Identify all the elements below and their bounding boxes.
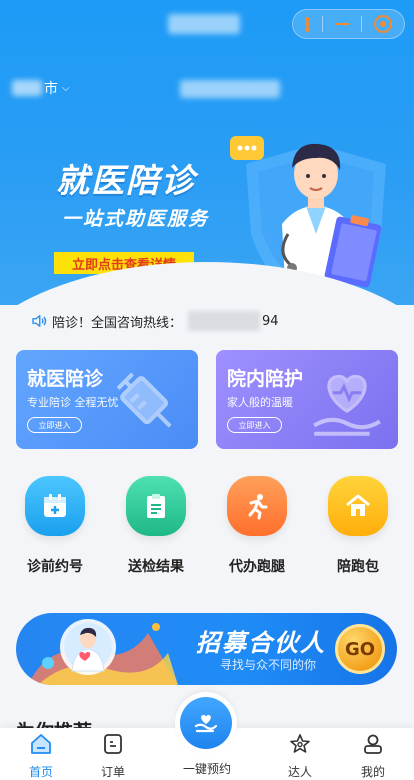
calendar-icon[interactable]	[25, 476, 85, 536]
go-button[interactable]: GO	[335, 624, 385, 674]
partner-recruit-banner[interactable]: 招募合伙人 寻找与众不同的你 GO	[16, 613, 397, 685]
home-icon	[31, 734, 51, 754]
hotline-prefix: 陪诊！全国咨询热线：	[52, 315, 183, 331]
city-selector[interactable]: 市 ⌵	[12, 78, 70, 98]
hero-banner[interactable]: 市 ⌵ 就医陪诊 一站式助医服务 立即点击查看详情	[0, 0, 414, 305]
phone-redacted	[188, 311, 261, 331]
grid-errands[interactable]: 代办跑腿	[217, 476, 297, 576]
tab-label: 首页	[28, 765, 53, 779]
quick-book-button[interactable]	[175, 692, 237, 754]
user-icon	[364, 734, 382, 754]
house-icon[interactable]	[328, 476, 388, 536]
capsule-divider	[322, 16, 323, 32]
tab-home[interactable]: 首页	[11, 732, 71, 780]
heart-hand-icon	[194, 715, 218, 733]
banner-title: 就医陪诊	[56, 161, 196, 200]
clipboard-icon[interactable]	[126, 476, 186, 536]
minimize-icon[interactable]	[335, 23, 349, 25]
tab-label: 订单	[100, 765, 125, 779]
tab-experts[interactable]: 达人	[270, 732, 330, 780]
card-title: 就医陪诊	[27, 368, 104, 390]
tab-orders[interactable]: 订单	[83, 732, 143, 780]
card-enter-button[interactable]: 立即进入	[27, 417, 82, 433]
card-escort-service[interactable]: 就医陪诊 专业陪诊 全程无忧 立即进入	[16, 350, 198, 449]
chevron-down-icon: ⌵	[62, 82, 70, 94]
card-title: 院内陪护	[227, 368, 304, 390]
card-hospital-care[interactable]: 院内陪护 家人般的温暖 立即进入	[216, 350, 398, 449]
city-suffix: 市	[44, 81, 58, 97]
syringe-icon	[116, 372, 172, 428]
heart-hand-icon	[313, 374, 381, 436]
more-icon[interactable]	[305, 16, 310, 32]
grid-label: 陪跑包	[337, 559, 379, 575]
tab-mine[interactable]: 我的	[343, 732, 403, 780]
mini-program-capsule[interactable]	[292, 9, 405, 39]
tab-label: 我的	[360, 765, 385, 779]
tab-label-quick-book[interactable]: 一键预约	[172, 760, 242, 777]
nav-title-redacted	[168, 14, 240, 34]
star-icon	[290, 734, 310, 753]
partner-title: 招募合伙人	[196, 629, 326, 657]
grid-appointment[interactable]: 诊前约号	[15, 476, 95, 576]
close-icon[interactable]	[374, 15, 392, 33]
banner-subtitle: 一站式助医服务	[62, 208, 210, 230]
grid-companion-pack[interactable]: 陪跑包	[318, 476, 398, 576]
speaker-icon	[32, 315, 47, 327]
grid-label: 代办跑腿	[229, 559, 285, 575]
hotline-notice[interactable]: 陪诊！全国咨询热线： 94	[30, 311, 279, 331]
city-name-redacted	[12, 80, 42, 96]
quick-book-inner[interactable]	[180, 697, 232, 749]
grid-test-results[interactable]: 送检结果	[116, 476, 196, 576]
grid-label: 送检结果	[128, 559, 184, 575]
tab-label: 达人	[287, 765, 312, 779]
order-icon	[104, 734, 122, 754]
card-desc: 家人般的温暖	[227, 396, 293, 409]
partner-subtitle: 寻找与众不同的你	[220, 658, 317, 672]
search-redacted	[180, 80, 280, 98]
card-desc: 专业陪诊 全程无忧	[27, 396, 119, 409]
card-enter-button[interactable]: 立即进入	[227, 417, 282, 433]
hotline-phone-tail: 94	[262, 313, 279, 329]
capsule-divider	[361, 16, 362, 32]
grid-label: 诊前约号	[27, 559, 83, 575]
partner-illustration	[28, 619, 178, 685]
runner-icon[interactable]	[227, 476, 287, 536]
